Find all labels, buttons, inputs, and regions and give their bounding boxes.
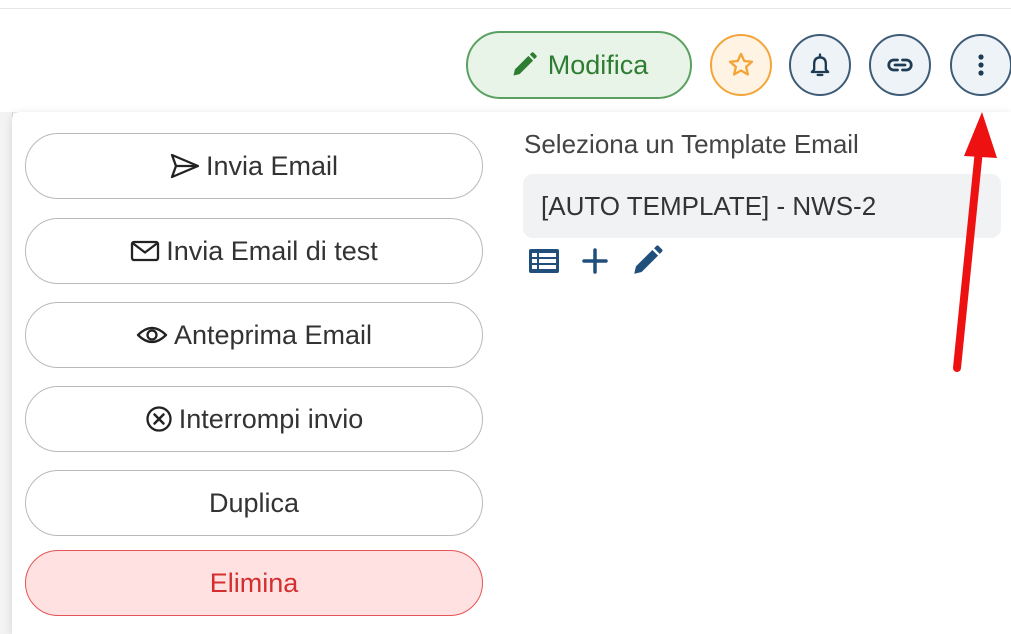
more-vertical-icon	[969, 51, 993, 79]
link-button[interactable]	[869, 34, 931, 96]
list-icon[interactable]	[528, 247, 560, 275]
favorite-button[interactable]	[710, 34, 772, 96]
template-actions	[528, 244, 664, 278]
link-icon	[885, 50, 915, 80]
more-options-menu: Invia Email Invia Email di test Anteprim…	[12, 112, 1011, 634]
edit-button-label: Modifica	[547, 49, 649, 80]
template-select-value: [AUTO TEMPLATE] - NWS-2	[541, 190, 877, 221]
stop-circle-icon	[145, 405, 173, 433]
send-test-email-label: Invia Email di test	[166, 235, 378, 266]
send-icon	[170, 153, 200, 179]
duplicate-button[interactable]: Duplica	[25, 470, 483, 536]
stop-sending-button[interactable]: Interrompi invio	[25, 386, 483, 452]
template-select-label: Seleziona un Template Email	[524, 129, 859, 159]
star-icon	[727, 51, 755, 79]
edit-button[interactable]: Modifica	[466, 31, 692, 99]
record-toolbar: Modifica	[0, 31, 1011, 101]
delete-label: Elimina	[209, 567, 299, 598]
delete-button[interactable]: Elimina	[25, 550, 483, 616]
stop-sending-label: Interrompi invio	[178, 403, 364, 434]
plus-icon[interactable]	[580, 246, 610, 276]
send-email-button[interactable]: Invia Email	[25, 133, 483, 199]
more-options-button[interactable]	[950, 34, 1011, 96]
duplicate-label: Duplica	[208, 487, 300, 518]
pencil-icon[interactable]	[630, 244, 664, 278]
send-test-email-button[interactable]: Invia Email di test	[25, 218, 483, 284]
preview-email-button[interactable]: Anteprima Email	[25, 302, 483, 368]
template-select[interactable]: [AUTO TEMPLATE] - NWS-2	[523, 174, 1001, 238]
background-strip	[0, 112, 12, 634]
mail-icon	[130, 239, 160, 263]
pencil-icon	[510, 51, 538, 79]
preview-email-label: Anteprima Email	[173, 319, 373, 350]
bell-icon	[806, 51, 834, 79]
send-email-label: Invia Email	[205, 150, 339, 181]
top-divider	[0, 8, 1011, 9]
notifications-button[interactable]	[789, 34, 851, 96]
eye-icon	[136, 323, 168, 347]
